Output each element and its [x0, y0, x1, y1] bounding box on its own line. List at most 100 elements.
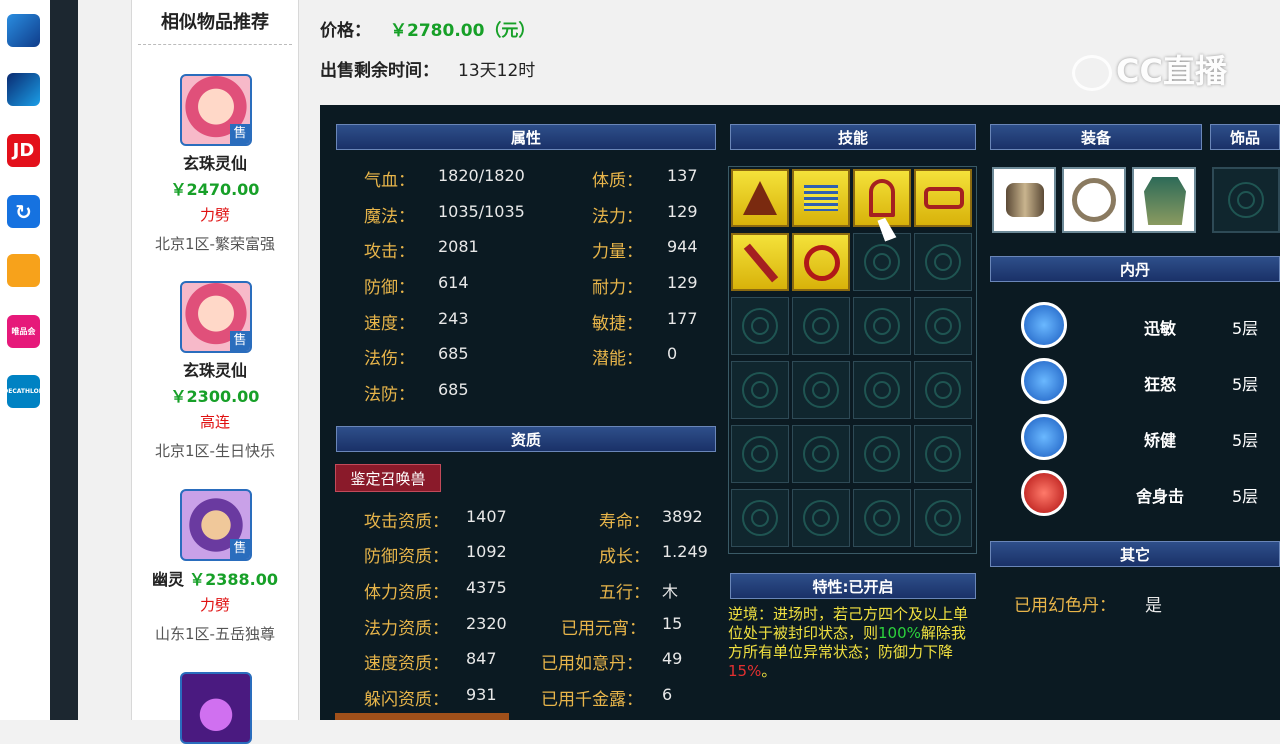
attr-defense-label: 防御：	[364, 278, 415, 298]
apt-attack-label: 攻击资质：	[364, 512, 449, 532]
item-thumbnail[interactable]: 售	[180, 281, 252, 353]
game-app-icon[interactable]	[7, 14, 40, 47]
empty-skill-slot	[853, 425, 911, 483]
empty-skill-slot	[792, 489, 850, 547]
equipment-slot-armor[interactable]	[1132, 167, 1196, 233]
equipment-slot-bracer[interactable]	[992, 167, 1056, 233]
empty-skill-slot	[914, 489, 972, 547]
attr-mp-value: 1035/1035	[438, 202, 525, 221]
neidan-level: 5层	[1232, 319, 1259, 338]
apt-magic-label: 法力资质：	[364, 619, 449, 639]
divider	[138, 44, 292, 45]
decathlon-icon[interactable]: DECATHLON	[3, 375, 44, 408]
skill-icon[interactable]	[731, 233, 789, 291]
watermark-text: CC直播	[1116, 52, 1227, 90]
empty-skill-slot	[914, 361, 972, 419]
apt-defense-value: 1092	[466, 542, 507, 561]
emblem-icon	[925, 308, 961, 344]
item-attribute: 力劈	[199, 596, 230, 614]
item-thumbnail[interactable]: 售	[180, 489, 252, 561]
blue-app-icon[interactable]	[7, 73, 40, 106]
neidan-icon-swift[interactable]	[1021, 302, 1067, 348]
apt-dodge-label: 躲闪资质：	[364, 690, 449, 710]
apt-growth-value: 1.249	[662, 542, 708, 561]
price-value: ￥2780.00（元）	[390, 21, 536, 41]
trait-percent-green: 100%	[878, 624, 921, 642]
attr-hp-value: 1820/1820	[438, 166, 525, 185]
attr-speed-label: 速度：	[364, 314, 415, 334]
skill-glyph-icon	[743, 243, 779, 283]
decathlon-icon-label: DECATHLON	[3, 388, 44, 395]
item-attribute: 力劈	[199, 206, 230, 224]
orange-app-icon[interactable]	[7, 254, 40, 287]
neidan-name: 舍身击	[1135, 487, 1184, 506]
skill-icon[interactable]	[914, 169, 972, 227]
emblem-icon	[742, 308, 778, 344]
emblem-icon	[742, 372, 778, 408]
item-name[interactable]: 玄珠灵仙	[132, 357, 298, 381]
empty-skill-slot	[792, 361, 850, 419]
empty-skill-slot	[914, 425, 972, 483]
item-thumbnail[interactable]	[180, 672, 252, 744]
skill-icon[interactable]	[731, 169, 789, 227]
emblem-icon	[803, 500, 839, 536]
attr-magic-value: 129	[667, 202, 698, 221]
apt-lifespan-value: 3892	[662, 507, 703, 526]
empty-skill-slot	[853, 361, 911, 419]
attr-speed-value: 243	[438, 309, 469, 328]
trait-text: 。	[761, 662, 777, 680]
equipment-slot-ring[interactable]	[1062, 167, 1126, 233]
item-name[interactable]: 幽灵	[152, 570, 184, 589]
armor-icon	[1144, 177, 1186, 225]
attr-magic-label: 法力：	[592, 207, 643, 227]
item-price: ￥2470.00	[170, 180, 260, 199]
cc-live-watermark: CC直播	[1072, 46, 1242, 91]
empty-skill-slot	[853, 233, 911, 291]
ornament-header: 饰品	[1210, 124, 1280, 150]
identify-pet-button[interactable]: 鉴定召唤兽	[335, 464, 441, 492]
attr-potential-label: 潜能：	[592, 349, 643, 369]
item-attribute: 高连	[199, 413, 230, 431]
used-qianjinlu-label: 已用千金露：	[541, 690, 643, 710]
attributes-header: 属性	[336, 124, 716, 150]
neidan-header: 内丹	[990, 256, 1280, 282]
empty-skill-slot	[914, 297, 972, 355]
apt-attack-value: 1407	[466, 507, 507, 526]
neidan-name: 矫健	[1143, 431, 1176, 450]
emblem-icon	[803, 308, 839, 344]
item-name[interactable]: 玄珠灵仙	[132, 150, 298, 174]
item-thumbnail[interactable]: 售	[180, 74, 252, 146]
item-name-price-row: 幽灵 ￥2388.00	[132, 566, 298, 590]
refresh-app-icon[interactable]: ↻	[7, 195, 40, 228]
empty-skill-slot	[853, 297, 911, 355]
skill-icon[interactable]	[792, 169, 850, 227]
attr-potential-value: 0	[667, 344, 678, 363]
neidan-icon-sacrifice[interactable]	[1021, 470, 1067, 516]
similar-items-title: 相似物品推荐	[161, 12, 269, 33]
jd-icon[interactable]: JD	[7, 134, 40, 167]
used-dye-pill-value: 是	[1145, 596, 1162, 616]
empty-skill-slot	[731, 425, 789, 483]
trait-header: 特性:已开启	[730, 573, 976, 599]
jd-icon-label: JD	[12, 140, 35, 161]
neidan-level: 5层	[1232, 487, 1259, 506]
neidan-icon-agile[interactable]	[1021, 414, 1067, 460]
trait-percent-red: 15%	[728, 662, 762, 680]
apt-speed-value: 847	[466, 649, 497, 668]
skill-glyph-icon	[924, 187, 964, 209]
time-value: 13天12时	[458, 61, 536, 81]
skill-glyph-icon	[804, 185, 838, 211]
item-server: 山东1区-五岳独尊	[155, 625, 275, 643]
vipshop-icon[interactable]: 唯品会	[7, 315, 40, 348]
emblem-icon	[864, 308, 900, 344]
emblem-icon	[803, 372, 839, 408]
skill-icon[interactable]	[792, 233, 850, 291]
emblem-icon	[864, 244, 900, 280]
neidan-icon-rage[interactable]	[1021, 358, 1067, 404]
empty-skill-slot	[792, 425, 850, 483]
similar-items-sidebar: 相似物品推荐 售 玄珠灵仙 ￥2470.00 力劈 北京1区-繁荣富强 售 玄珠…	[131, 0, 299, 744]
emblem-icon	[925, 500, 961, 536]
bracer-icon	[1006, 183, 1044, 217]
page-edge-strip	[50, 0, 78, 720]
neidan-name: 迅敏	[1143, 319, 1176, 338]
